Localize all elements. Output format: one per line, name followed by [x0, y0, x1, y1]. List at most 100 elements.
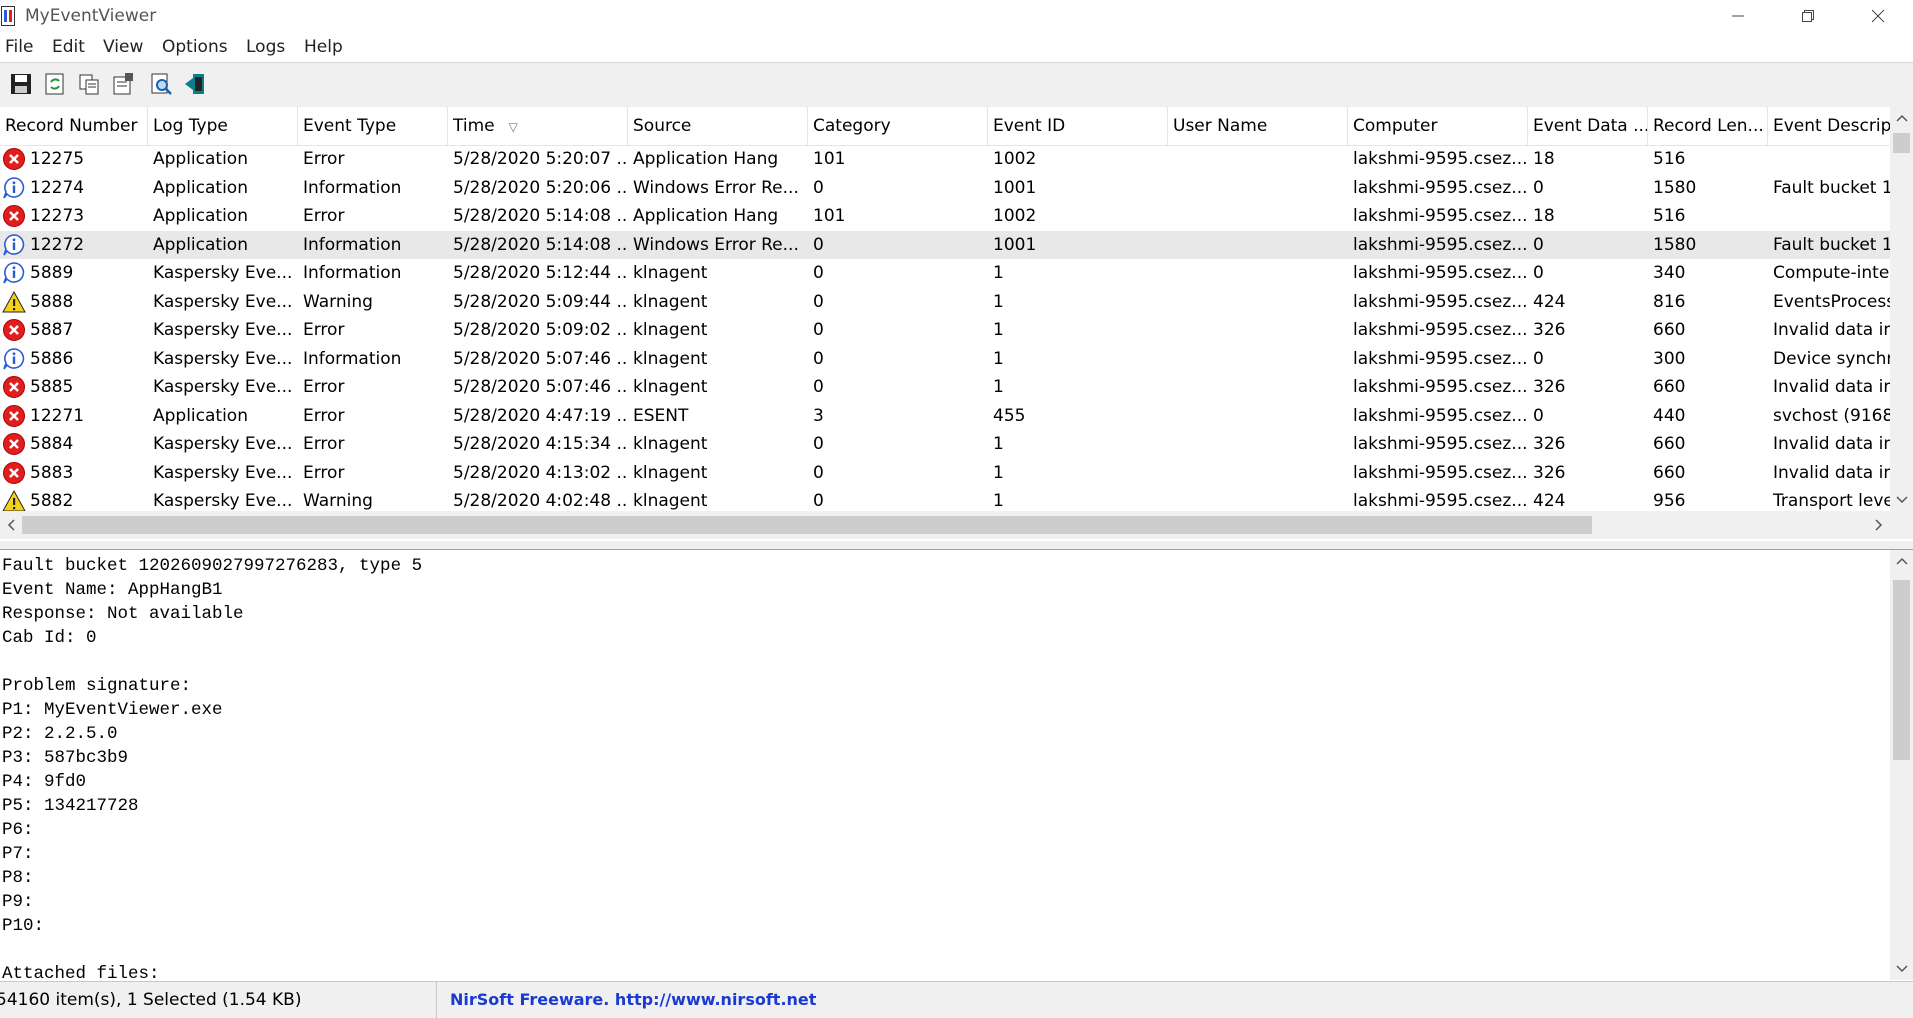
menu-view[interactable]: View: [103, 37, 143, 57]
table-row[interactable]: 5888 Kaspersky Eve... Warning 5/28/2020 5:0…: [0, 288, 1890, 317]
cell-event-description: Invalid data in: [1773, 320, 1890, 340]
restore-button[interactable]: [1773, 0, 1843, 32]
table-row[interactable]: 5882 Kaspersky Eve... Warning 5/28/2020 4:0…: [0, 487, 1890, 511]
cell-event-type: Information: [303, 177, 402, 198]
cell-source: ESENT: [633, 405, 689, 426]
table-row[interactable]: 12271 Application Error 5/28/2020 4:47:19 .…: [0, 402, 1890, 431]
menu-edit[interactable]: Edit: [52, 37, 85, 57]
column-header-computer[interactable]: Computer: [1348, 107, 1528, 145]
copy-button[interactable]: [74, 69, 104, 99]
minimize-button[interactable]: [1703, 0, 1773, 32]
table-row[interactable]: 12273 Application Error 5/28/2020 5:14:08 .…: [0, 202, 1890, 231]
column-header-event-type[interactable]: Event Type: [298, 107, 448, 145]
table-row[interactable]: 12275 Application Error 5/28/2020 5:20:07 .…: [0, 145, 1890, 174]
column-header-record-length[interactable]: Record Len...: [1648, 107, 1768, 145]
cell-event-type: Warning: [303, 291, 373, 312]
cell-category: 0: [813, 462, 824, 483]
list-hscroll-thumb[interactable]: [22, 516, 1592, 534]
table-row[interactable]: 5886 Kaspersky Eve... Information 5/28/2020…: [0, 345, 1890, 374]
details-scroll-up-icon[interactable]: [1890, 550, 1913, 572]
details-line: Fault bucket 1202609027997276283, type 5: [2, 556, 423, 576]
pane-splitter[interactable]: [0, 541, 1913, 550]
cell-time: 5/28/2020 5:07:46 ...: [453, 377, 628, 397]
menu-options[interactable]: Options: [162, 37, 228, 57]
list-horizontal-scrollbar[interactable]: [0, 511, 1890, 539]
table-row[interactable]: 5884 Kaspersky Eve... Error 5/28/2020 4:15:…: [0, 430, 1890, 459]
column-header-event-data[interactable]: Event Data ...: [1528, 107, 1648, 145]
info-icon: [2, 261, 26, 285]
table-row[interactable]: 5883 Kaspersky Eve... Error 5/28/2020 4:13:…: [0, 459, 1890, 488]
properties-icon: [113, 73, 133, 95]
details-line: P8:: [2, 868, 34, 888]
restore-icon: [1802, 10, 1814, 22]
cell-event-id: 1: [993, 462, 1004, 483]
cell-computer: lakshmi-9595.csez....: [1353, 491, 1528, 511]
details-scroll-down-icon[interactable]: [1890, 958, 1913, 980]
close-button[interactable]: [1843, 0, 1913, 32]
column-header-record-number[interactable]: Record Number: [0, 107, 148, 145]
menu-logs[interactable]: Logs: [246, 37, 285, 57]
cell-category: 0: [813, 434, 824, 454]
table-row[interactable]: 5887 Kaspersky Eve... Error 5/28/2020 5:09:…: [0, 316, 1890, 345]
details-vertical-scrollbar[interactable]: [1890, 550, 1913, 980]
column-header-user-name[interactable]: User Name: [1168, 107, 1348, 145]
cell-log-type: Kaspersky Eve...: [153, 491, 293, 511]
table-row[interactable]: 5885 Kaspersky Eve... Error 5/28/2020 5:07:…: [0, 373, 1890, 402]
cell-event-description: Transport level: [1773, 491, 1890, 511]
cell-event-data: 326: [1533, 462, 1566, 483]
list-vertical-scrollbar[interactable]: [1890, 107, 1913, 511]
column-header-log-type[interactable]: Log Type: [148, 107, 298, 145]
cell-log-type: Kaspersky Eve...: [153, 320, 293, 340]
menu-help[interactable]: Help: [304, 37, 343, 57]
cell-computer: lakshmi-9595.csez....: [1353, 405, 1528, 426]
event-list[interactable]: Record Number Log Type Event Type Time ▽ …: [0, 107, 1913, 542]
scroll-down-icon[interactable]: [1890, 489, 1913, 511]
cell-log-type: Application: [153, 206, 248, 226]
cell-record-number: 5885: [0, 373, 148, 402]
event-details-pane[interactable]: Fault bucket 1202609027997276283, type 5…: [0, 550, 1913, 980]
list-header: Record Number Log Type Event Type Time ▽ …: [0, 107, 1890, 146]
properties-button[interactable]: [108, 69, 138, 99]
window-title: MyEventViewer: [25, 6, 157, 26]
nirsoft-link[interactable]: NirSoft Freeware. http://www.nirsoft.net: [450, 982, 1530, 1018]
refresh-button[interactable]: [40, 69, 70, 99]
cell-event-id: 1002: [993, 206, 1037, 226]
scroll-up-icon[interactable]: [1890, 107, 1913, 129]
cell-event-type: Information: [303, 234, 402, 255]
record-number-text: 5889: [30, 263, 74, 283]
find-button[interactable]: [146, 69, 176, 99]
cell-user-name: [1168, 316, 1348, 345]
cell-event-id: 1001: [993, 234, 1037, 255]
details-scroll-thumb[interactable]: [1893, 580, 1910, 760]
column-header-source[interactable]: Source: [628, 107, 808, 145]
details-line: P5: 134217728: [2, 796, 139, 816]
cell-log-type: Kaspersky Eve...: [153, 462, 293, 483]
cell-user-name: [1168, 487, 1348, 511]
column-header-event-description[interactable]: Event Descript: [1768, 107, 1890, 145]
menu-file[interactable]: File: [5, 37, 33, 57]
cell-user-name: [1168, 402, 1348, 431]
cell-record-length: 1580: [1653, 234, 1697, 255]
cell-user-name: [1168, 259, 1348, 288]
column-header-time[interactable]: Time ▽: [448, 107, 628, 145]
scroll-left-icon[interactable]: [0, 511, 22, 539]
cell-event-type: Warning: [303, 491, 373, 511]
cell-event-description: Fault bucket 1.: [1773, 234, 1890, 255]
cell-event-data: 326: [1533, 377, 1566, 397]
cell-event-id: 1: [993, 320, 1004, 340]
table-row[interactable]: 12274 Application Information 5/28/2020 5:2…: [0, 174, 1890, 203]
cell-category: 101: [813, 206, 846, 226]
cell-time: 5/28/2020 5:09:02 ...: [453, 320, 628, 340]
table-row[interactable]: 5889 Kaspersky Eve... Information 5/28/2020…: [0, 259, 1890, 288]
cell-time: 5/28/2020 5:14:08 ...: [453, 206, 628, 226]
exit-button[interactable]: [180, 69, 210, 99]
details-line: P1: MyEventViewer.exe: [2, 700, 223, 720]
list-scroll-thumb[interactable]: [1893, 133, 1910, 153]
scroll-right-icon[interactable]: [1868, 511, 1890, 539]
table-row[interactable]: 12272 Application Information 5/28/2020 5:1…: [0, 230, 1890, 259]
save-button[interactable]: [6, 69, 36, 99]
column-header-category[interactable]: Category: [808, 107, 988, 145]
record-number-text: 5885: [30, 377, 74, 397]
column-header-event-id[interactable]: Event ID: [988, 107, 1168, 145]
cell-category: 0: [813, 491, 824, 511]
